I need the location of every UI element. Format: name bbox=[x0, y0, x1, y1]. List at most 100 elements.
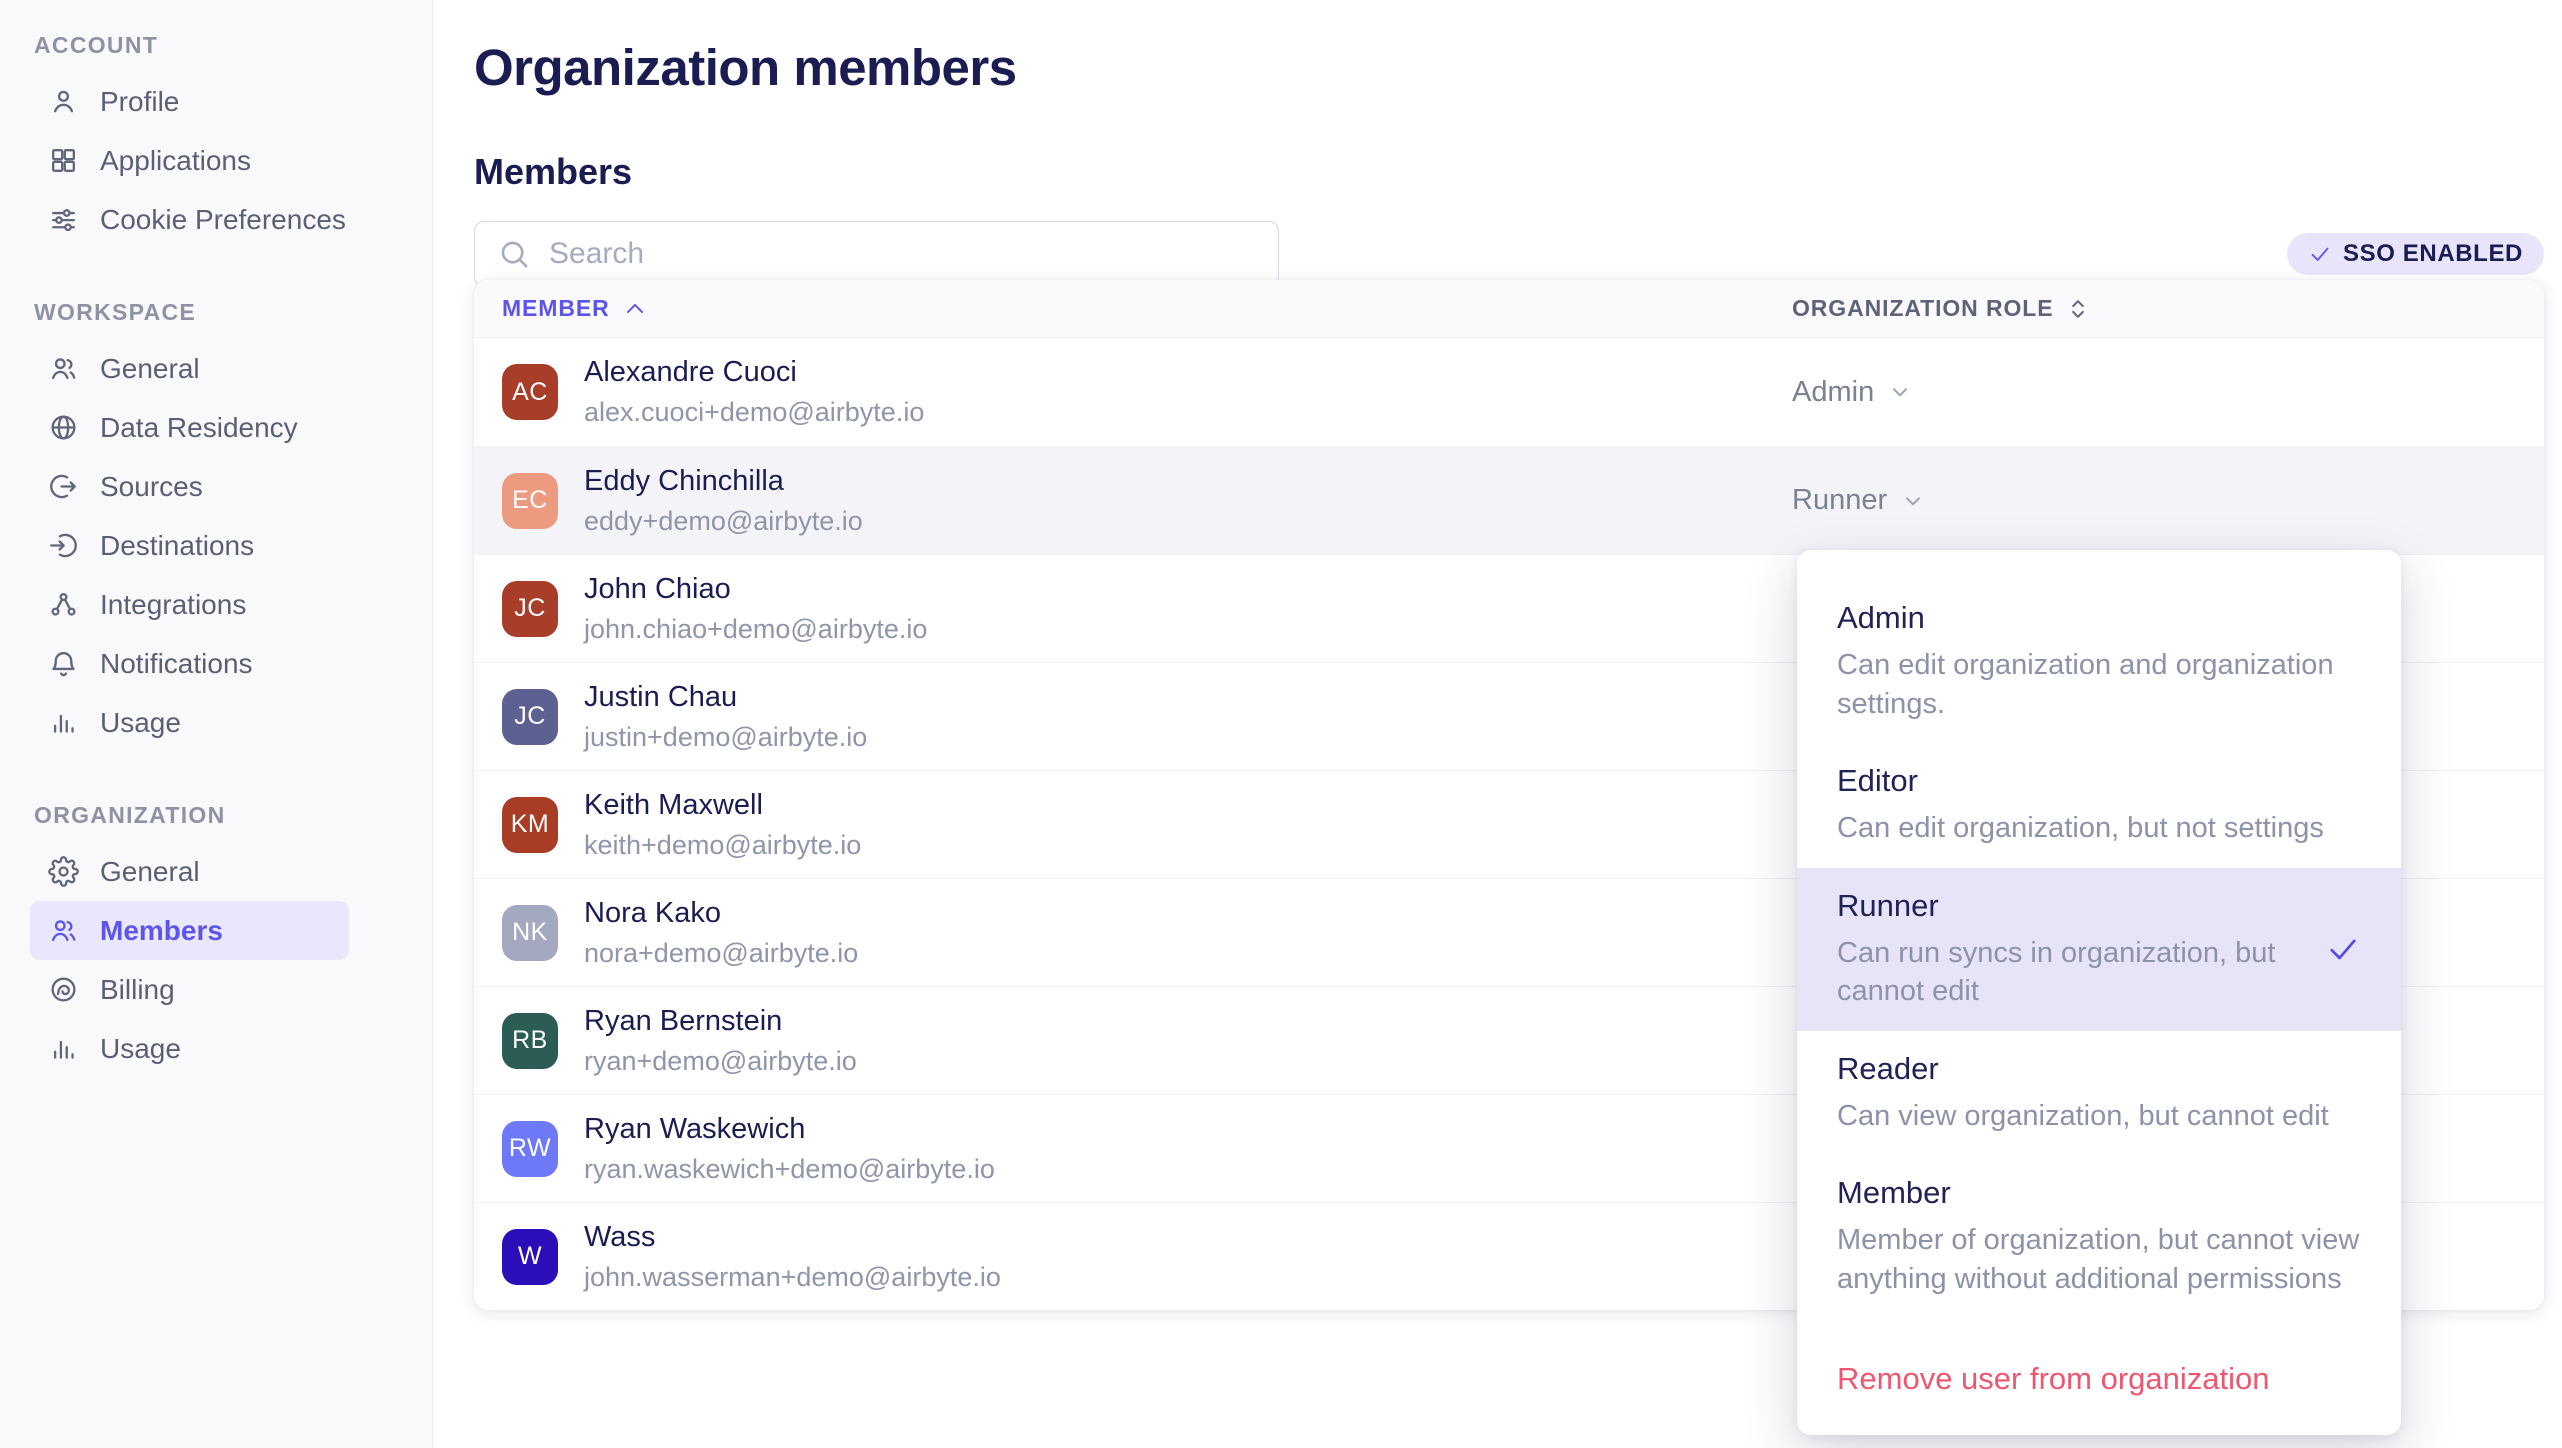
member-cell: W Wass john.wasserman+demo@airbyte.io bbox=[502, 1223, 1792, 1291]
integrations-icon bbox=[48, 589, 79, 620]
octopus-icon bbox=[48, 974, 79, 1005]
globe-icon bbox=[48, 412, 79, 443]
role-option-content: ReaderCan view organization, but cannot … bbox=[1837, 1051, 2361, 1136]
members-controls: SSO ENABLED bbox=[474, 221, 2544, 287]
role-option-description: Can edit organization, but not settings bbox=[1837, 809, 2361, 848]
member-email: john.wasserman+demo@airbyte.io bbox=[584, 1264, 1001, 1291]
member-cell: RW Ryan Waskewichryan.waskewich+demo@airb… bbox=[502, 1115, 1792, 1183]
member-row: ECEddy Chinchillaeddy+demo@airbyte.ioRun… bbox=[474, 446, 2544, 554]
member-email: ryan.waskewich+demo@airbyte.io bbox=[584, 1156, 995, 1183]
member-cell: RB Ryan Bernsteinryan+demo@airbyte.io bbox=[502, 1007, 1792, 1075]
sidebar-item-label: Data Residency bbox=[100, 412, 298, 444]
sidebar-item-label: Integrations bbox=[100, 589, 246, 621]
role-option-description: Member of organization, but cannot view … bbox=[1837, 1221, 2361, 1298]
role-dropdown-menu: Admin Can edit organization and organizat… bbox=[1797, 550, 2401, 1435]
role-column-label: ORGANIZATION ROLE bbox=[1792, 295, 2053, 322]
destination-icon bbox=[48, 530, 79, 561]
role-option-description: Can edit organization and organization s… bbox=[1837, 646, 2361, 723]
member-info: John Chiao john.chiao+demo@airbyte.io bbox=[584, 575, 927, 643]
member-cell: NKNora Kakonora+demo@airbyte.io bbox=[502, 899, 1792, 967]
bell-icon bbox=[48, 648, 79, 679]
source-icon bbox=[48, 471, 79, 502]
member-info: Ryan Waskewichryan.waskewich+demo@airbyt… bbox=[584, 1115, 995, 1183]
member-cell: JC Justin Chaujustin+demo@airbyte.io bbox=[502, 683, 1792, 751]
sidebar-item-profile[interactable]: Profile bbox=[30, 72, 349, 131]
avatar: JC bbox=[502, 689, 558, 745]
member-email: alex.cuoci+demo@airbyte.io bbox=[584, 399, 924, 426]
member-info: Keith Maxwellkeith+demo@airbyte.io bbox=[584, 791, 861, 859]
member-info: Alexandre Cuoci alex.cuoci+demo@airbyte.i… bbox=[584, 358, 924, 426]
role-option-content: MemberMember of organization, but cannot… bbox=[1837, 1175, 2361, 1298]
bar-chart-icon bbox=[48, 1033, 79, 1064]
member-email: nora+demo@airbyte.io bbox=[584, 940, 858, 967]
column-header-member[interactable]: MEMBER bbox=[502, 295, 1792, 322]
sidebar-item-general[interactable]: General bbox=[30, 339, 349, 398]
member-email: john.chiao+demo@airbyte.io bbox=[584, 616, 927, 643]
role-option-member[interactable]: MemberMember of organization, but cannot… bbox=[1797, 1155, 2401, 1318]
avatar: RB bbox=[502, 1013, 558, 1069]
sidebar-item-general[interactable]: General bbox=[30, 842, 349, 901]
sort-ascending-icon bbox=[622, 296, 648, 322]
sso-badge-label: SSO ENABLED bbox=[2343, 240, 2523, 268]
sidebar-item-usage[interactable]: Usage bbox=[30, 693, 349, 752]
sidebar-section-label: ACCOUNT bbox=[0, 30, 432, 60]
role-value: Admin bbox=[1792, 376, 1874, 409]
sidebar-item-label: Usage bbox=[100, 707, 181, 739]
sidebar-item-sources[interactable]: Sources bbox=[30, 457, 349, 516]
column-header-organization-role[interactable]: ORGANIZATION ROLE bbox=[1792, 295, 2544, 322]
member-info: Ryan Bernsteinryan+demo@airbyte.io bbox=[584, 1007, 857, 1075]
check-icon bbox=[2325, 931, 2361, 967]
member-info: Justin Chaujustin+demo@airbyte.io bbox=[584, 683, 867, 751]
avatar: W bbox=[502, 1229, 558, 1285]
sort-both-icon bbox=[2065, 296, 2091, 322]
sidebar-item-data-residency[interactable]: Data Residency bbox=[30, 398, 349, 457]
member-name: Alexandre Cuoci bbox=[584, 358, 924, 387]
role-option-title: Admin bbox=[1837, 600, 2361, 636]
member-email: eddy+demo@airbyte.io bbox=[584, 508, 863, 535]
avatar: RW bbox=[502, 1121, 558, 1177]
member-info: Eddy Chinchilla eddy+demo@airbyte.io bbox=[584, 467, 863, 535]
role-dropdown-trigger[interactable]: Runner bbox=[1792, 484, 2544, 517]
sidebar-item-label: Destinations bbox=[100, 530, 254, 562]
sidebar-item-applications[interactable]: Applications bbox=[30, 131, 349, 190]
member-search[interactable] bbox=[474, 221, 1279, 287]
sidebar-item-members[interactable]: Members bbox=[30, 901, 349, 960]
member-name: Eddy Chinchilla bbox=[584, 467, 863, 496]
role-option-description: Can run syncs in organization, but canno… bbox=[1837, 934, 2301, 1011]
role-dropdown-trigger[interactable]: Admin bbox=[1792, 376, 2544, 409]
search-input[interactable] bbox=[549, 237, 1256, 271]
bar-chart-icon bbox=[48, 707, 79, 738]
role-option-reader[interactable]: ReaderCan view organization, but cannot … bbox=[1797, 1031, 2401, 1156]
sidebar-item-integrations[interactable]: Integrations bbox=[30, 575, 349, 634]
sidebar-item-label: General bbox=[100, 353, 200, 385]
users-icon bbox=[48, 353, 79, 384]
role-option-content: Runner Can run syncs in organization, but… bbox=[1837, 888, 2309, 1011]
member-info: Wass john.wasserman+demo@airbyte.io bbox=[584, 1223, 1001, 1291]
member-cell: ECEddy Chinchillaeddy+demo@airbyte.io bbox=[502, 467, 1792, 535]
sidebar-item-destinations[interactable]: Destinations bbox=[30, 516, 349, 575]
role-option-content: EditorCan edit organization, but not set… bbox=[1837, 763, 2361, 848]
role-option-editor[interactable]: EditorCan edit organization, but not set… bbox=[1797, 743, 2401, 868]
sidebar-item-usage[interactable]: Usage bbox=[30, 1019, 349, 1078]
check-icon bbox=[2308, 242, 2332, 266]
member-cell: JCJohn Chiaojohn.chiao+demo@airbyte.io bbox=[502, 575, 1792, 643]
remove-user-from-organization-button[interactable]: Remove user from organization bbox=[1797, 1335, 2401, 1409]
member-row: AC Alexandre Cuoci alex.cuoci+demo@airbyte… bbox=[474, 338, 2544, 446]
table-header: MEMBER ORGANIZATION ROLE bbox=[474, 280, 2544, 338]
sidebar-item-label: Usage bbox=[100, 1033, 181, 1065]
role-option-runner[interactable]: Runner Can run syncs in organization, but… bbox=[1797, 868, 2401, 1031]
sidebar-item-label: Sources bbox=[100, 471, 203, 503]
sidebar-section-label: WORKSPACE bbox=[0, 297, 432, 327]
sidebar-item-label: Applications bbox=[100, 145, 251, 177]
avatar: AC bbox=[502, 364, 558, 420]
sidebar-item-billing[interactable]: Billing bbox=[30, 960, 349, 1019]
role-option-content: Admin Can edit organization and organizat… bbox=[1837, 600, 2361, 723]
sliders-icon bbox=[48, 204, 79, 235]
sso-enabled-badge: SSO ENABLED bbox=[2287, 233, 2544, 275]
member-name: Wass bbox=[584, 1223, 1001, 1252]
role-option-title: Runner bbox=[1837, 888, 2309, 924]
sidebar-item-cookie-preferences[interactable]: Cookie Preferences bbox=[30, 190, 349, 249]
sidebar-item-notifications[interactable]: Notifications bbox=[30, 634, 349, 693]
member-name: John Chiao bbox=[584, 575, 927, 604]
role-option-admin[interactable]: Admin Can edit organization and organizat… bbox=[1797, 580, 2401, 743]
